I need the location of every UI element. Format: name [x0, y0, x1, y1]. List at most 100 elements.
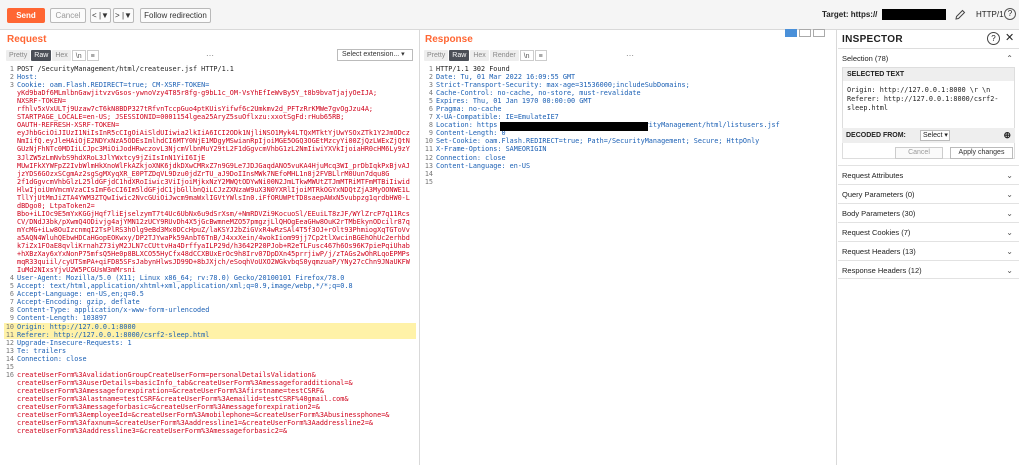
code-line[interactable]: 10 Set-Cookie: oam.Flash.REDIRECT=true; P…: [423, 137, 833, 145]
code-line[interactable]: 14: [423, 170, 833, 178]
code-line-wrap[interactable]: +hXBzXay6xYxNonP75mfsQ5He0p8BLXCO55HyCfx…: [4, 250, 416, 258]
newline-toggle-icon[interactable]: \n: [71, 50, 86, 61]
inspector-divider[interactable]: [836, 30, 837, 465]
layout-tabs-icon[interactable]: [813, 29, 825, 37]
code-line[interactable]: createUserForm%3Amessageforbasic=&create…: [4, 403, 416, 411]
layout-top-bottom-icon[interactable]: [799, 29, 811, 37]
back-button[interactable]: < |▼: [90, 8, 111, 23]
code-line[interactable]: MUwIFkXYWFpZ2IvbWlmHkXnoWlFkAZkjoXNK6jdk…: [4, 162, 416, 170]
code-line[interactable]: 12 Connection: close: [423, 154, 833, 162]
code-line-wrap[interactable]: a5AQN4WluhQEbwHDCaHGopEOKwxy/DP2TJYwaPk5…: [4, 234, 416, 242]
code-line[interactable]: 10 Origin: http://127.0.0.1:8000: [4, 322, 416, 331]
request-editor[interactable]: 1 POST /SecurityManagement/html/createuse…: [4, 65, 416, 465]
code-line-wrap[interactable]: GUzNjFhNTc0MDIiLCJpc3MiOiJodHRwczovL3Njc…: [4, 145, 416, 153]
section-request-cookies[interactable]: Request Cookies (7) ⌄: [838, 222, 1019, 241]
code-line[interactable]: createUserForm%3AemployeeId=&createUserF…: [4, 411, 416, 419]
drag-handle-icon[interactable]: ⋯: [206, 51, 214, 60]
code-line[interactable]: 7 Accept-Encoding: gzip, deflate: [4, 298, 416, 306]
chevron-up-icon[interactable]: ⌃: [1006, 49, 1013, 68]
tab-raw[interactable]: Raw: [449, 50, 470, 61]
code-line[interactable]: 5 Accept: text/html,application/xhtml+xml…: [4, 282, 416, 290]
code-line[interactable]: 15: [423, 178, 833, 186]
code-line[interactable]: 4 User-Agent: Mozilla/5.0 (X11; Linux x86…: [4, 274, 416, 282]
code-line[interactable]: createUserForm%3AuserDetails=basicInfo_t…: [4, 379, 416, 387]
add-circle-icon[interactable]: ⊕: [1003, 128, 1011, 143]
code-line[interactable]: 8 Content-Type: application/x-www-form-ur…: [4, 306, 416, 314]
code-line[interactable]: 3 Strict-Transport-Security: max-age=3153…: [423, 81, 833, 89]
section-response-headers[interactable]: Response Headers (12) ⌄: [838, 260, 1019, 279]
close-icon[interactable]: ✕: [1005, 32, 1014, 45]
code-line[interactable]: yKd9baDf6MLmlbnGawjitvzvGsos-ywnoVzy4T85…: [4, 89, 416, 97]
code-line-wrap[interactable]: 3JlZW5zLmNvbS9hdXRoL3JlYWxtcy9jZiIsInN1Y…: [4, 154, 416, 162]
code-line[interactable]: 11 X-Frame-Options: SAMEORIGIN: [423, 145, 833, 153]
code-line[interactable]: eyJhbGciOiJIUzI1NiIsInR5cCIgOiAiSldUIiwi…: [4, 129, 416, 137]
code-line[interactable]: 14 Connection: close: [4, 355, 416, 363]
http-version[interactable]: HTTP/1: [976, 9, 1004, 21]
tab-pretty[interactable]: Pretty: [6, 50, 31, 61]
selection-row[interactable]: Selection (78) ⌃: [838, 48, 1019, 67]
code-line[interactable]: 2 Host:: [4, 73, 416, 81]
layout-side-by-side-icon[interactable]: [785, 29, 797, 37]
follow-redirection-button[interactable]: Follow redirection: [140, 8, 211, 23]
forward-button[interactable]: > |▼: [113, 8, 134, 23]
send-button[interactable]: Send: [7, 8, 45, 23]
code-line-wrap[interactable]: dBDgo0; LtpaToken2=: [4, 202, 416, 210]
tab-raw[interactable]: Raw: [31, 50, 52, 61]
code-line[interactable]: 13 Content-Language: en-US: [423, 162, 833, 170]
code-line[interactable]: 9 Content-Length: 103897: [4, 314, 416, 322]
code-line[interactable]: 1 HTTP/1.1 302 Found: [423, 65, 833, 73]
code-line[interactable]: 1 POST /SecurityManagement/html/createuse…: [4, 65, 416, 73]
code-line[interactable]: createUserForm%3Afaxnum=&createUserForm%…: [4, 419, 416, 427]
code-line-wrap[interactable]: mqR33quiil/cyUTSmPA+qiFD85SFsJabynHlwsJD…: [4, 258, 416, 266]
code-line[interactable]: 13 Te: trailers: [4, 347, 416, 355]
hamburger-icon[interactable]: ≡: [86, 50, 99, 61]
code-line-wrap[interactable]: mYcMG+iLw8OuIzcnmqI2TsPlRS3hOlg9eBd3Mx0D…: [4, 226, 416, 234]
code-line[interactable]: 5 Expires: Thu, 01 Jan 1970 00:00:00 GMT: [423, 97, 833, 105]
select-extension-dropdown[interactable]: Select extension... ▾: [337, 49, 413, 61]
code-line-wrap[interactable]: NmIifQ.eyJleHAiOjE2NDYxNzA5ODEsImlhdCI6M…: [4, 137, 416, 145]
section-body-parameters[interactable]: Body Parameters (30) ⌄: [838, 203, 1019, 222]
code-line[interactable]: 15: [4, 363, 416, 371]
code-line-wrap[interactable]: HlwIjoiUmVmcmVzaCIsImF6cCI6Im5ldGFjdC1jb…: [4, 186, 416, 194]
code-line[interactable]: 6 Accept-Language: en-US,en;q=0.5: [4, 290, 416, 298]
code-line[interactable]: 11 Referer: http://127.0.0.1:8000/csrf2-s…: [4, 330, 416, 339]
code-line[interactable]: 4 Cache-Control: no-cache, no-store, must…: [423, 89, 833, 97]
code-line[interactable]: createUserForm%3Aaddressline3=&createUse…: [4, 427, 416, 435]
tab-render[interactable]: Render: [489, 50, 519, 61]
help-icon[interactable]: ?: [987, 32, 1000, 45]
code-line[interactable]: createUserForm%3Alastname=testCSRF&creat…: [4, 395, 416, 403]
code-line-wrap[interactable]: k7iZx1FOaE8qvliKrnahZ73iyM2JLN7cCUttvHa4…: [4, 242, 416, 250]
code-line-wrap[interactable]: TllYjUtMmJiZTA4YWM3ZTQwIiwic2NvcGUiOiJwc…: [4, 194, 416, 202]
pencil-icon[interactable]: [953, 8, 967, 22]
hamburger-icon[interactable]: ≡: [534, 50, 547, 61]
code-line[interactable]: 7 X-UA-Compatible: IE=EmulateIE7: [423, 113, 833, 121]
code-line[interactable]: OAUTH-REFRESH-XSRF-TOKEN=: [4, 121, 416, 129]
tab-hex[interactable]: Hex: [470, 50, 489, 61]
code-line[interactable]: STARTPAGE_LOCALE=en-US; JSESSIONID=00011…: [4, 113, 416, 121]
code-line-wrap[interactable]: jzYDS6GOzxSCgmAz2sgSgMXyqXR_E0PTZDqVL9Dz…: [4, 170, 416, 178]
code-line[interactable]: 2 Date: Tu, 01 Mar 2022 16:09:55 GMT: [423, 73, 833, 81]
section-request-headers[interactable]: Request Headers (13) ⌄: [838, 241, 1019, 260]
decoded-cancel-button[interactable]: Cancel: [895, 147, 943, 159]
code-line[interactable]: 12 Upgrade-Insecure-Requests: 1: [4, 339, 416, 347]
panel-divider[interactable]: [419, 30, 420, 465]
apply-changes-button[interactable]: Apply changes: [950, 147, 1013, 159]
code-line[interactable]: 6 Pragma: no-cache: [423, 105, 833, 113]
section-request-attributes[interactable]: Request Attributes ⌄: [838, 165, 1019, 184]
code-line[interactable]: rfhlv5xVxULTj9Uzaw7cT6kN8BDP327tRfvnTccp…: [4, 105, 416, 113]
code-line-wrap[interactable]: IuMd2NIxsYjvU2W5PCGUsW3mMrsni: [4, 266, 416, 274]
code-line-wrap[interactable]: CV/DNdJ3bk/pXwmQ4ODivjg4ajYMN12zUCY9RUvD…: [4, 218, 416, 226]
tab-hex[interactable]: Hex: [52, 50, 71, 61]
help-icon[interactable]: ?: [1004, 8, 1016, 20]
code-line[interactable]: Bbo+iLIOc9E5mYxKGGjHqf7liEjselzymT7t4Uc6…: [4, 210, 416, 218]
newline-toggle-icon[interactable]: \n: [519, 50, 534, 61]
code-line[interactable]: createUserForm%3Amessageforexpiration=&c…: [4, 387, 416, 395]
section-query-parameters[interactable]: Query Parameters (0) ⌄: [838, 184, 1019, 203]
code-line[interactable]: 2f1dGgvcmVhbGlzL25ldGFjdC1hdXRoIiwic3ViI…: [4, 178, 416, 186]
tab-pretty[interactable]: Pretty: [424, 50, 449, 61]
code-line[interactable]: 16 createUserForm%3AvalidationGroupCreate…: [4, 371, 416, 379]
selected-text-value[interactable]: Origin: http://127.0.0.1:8000 \r \n Refe…: [847, 86, 1011, 113]
drag-handle-icon[interactable]: ⋯: [626, 51, 634, 60]
cancel-button[interactable]: Cancel: [50, 8, 86, 23]
code-line[interactable]: NXSRF-TOKEN=: [4, 97, 416, 105]
